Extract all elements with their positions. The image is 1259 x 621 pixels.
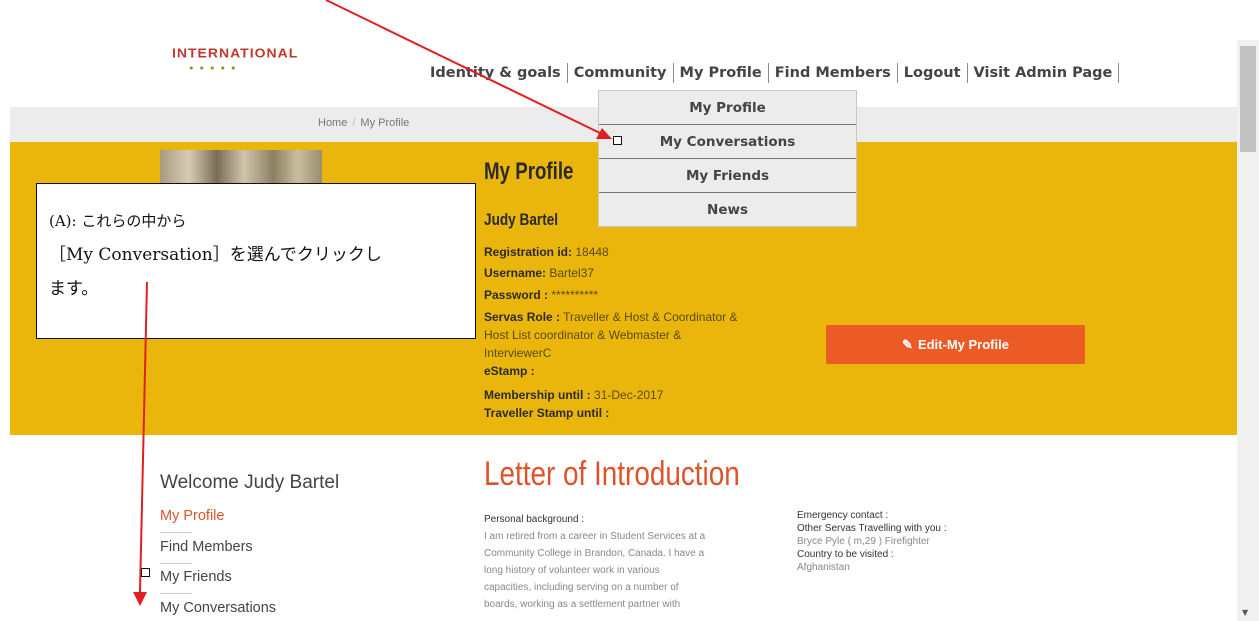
annotation-arrows bbox=[133, 0, 612, 606]
arrow-head-sidebar bbox=[133, 592, 147, 606]
arrow-head-conversations bbox=[596, 128, 612, 139]
click-marker-sidebar bbox=[141, 568, 150, 577]
arrow-to-sidebar bbox=[139, 281, 148, 593]
arrow-to-conversations bbox=[325, 0, 603, 135]
click-marker-dropdown bbox=[613, 136, 622, 145]
